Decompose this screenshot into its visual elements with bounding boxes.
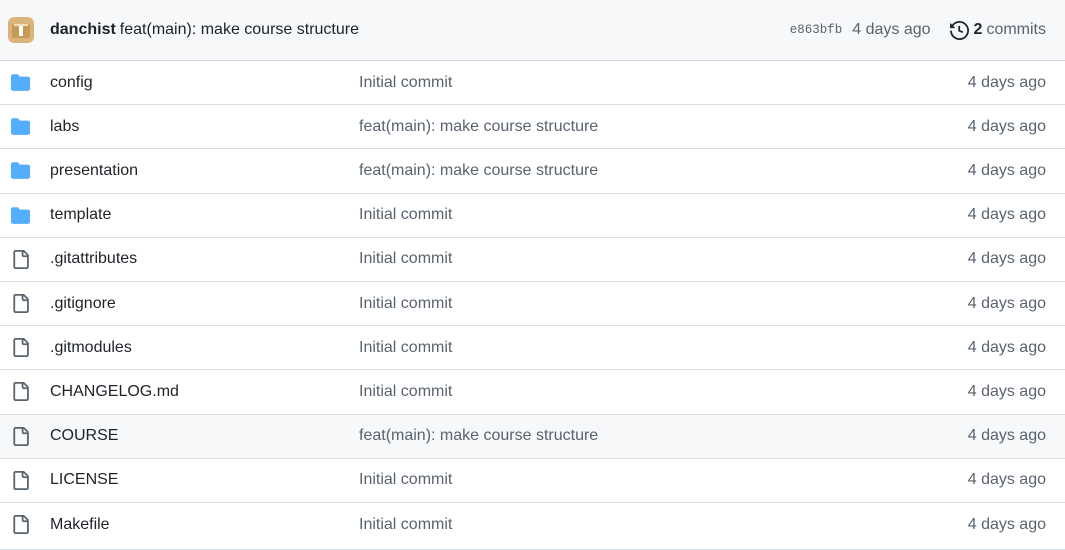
file-icon [0, 382, 50, 402]
commits-label: commits [986, 21, 1046, 38]
file-row[interactable]: .gitmodules Initial commit 4 days ago [0, 326, 1065, 371]
file-commit-message-link[interactable]: Initial commit [359, 471, 452, 488]
file-commit-time: 4 days ago [967, 515, 1046, 533]
file-commit-message-link[interactable]: Initial commit [359, 74, 452, 91]
history-icon [949, 20, 969, 40]
file-name-cell: .gitattributes [50, 250, 359, 268]
file-name-cell: Makefile [50, 516, 359, 534]
commit-message-cell: Initial commit [359, 206, 865, 224]
file-commit-message-link[interactable]: Initial commit [359, 250, 452, 267]
file-row[interactable]: LICENSE Initial commit 4 days ago [0, 459, 1065, 503]
repo-file-browser: danchist feat(main): make course structu… [0, 0, 1065, 550]
file-icon [0, 294, 50, 314]
commit-message-cell: feat(main): make course structure [359, 427, 865, 445]
file-name-link[interactable]: .gitignore [50, 295, 116, 312]
file-row[interactable]: .gitignore Initial commit 4 days ago [0, 282, 1065, 327]
file-row[interactable]: template Initial commit 4 days ago [0, 194, 1065, 238]
file-icon [0, 249, 50, 269]
commit-sha[interactable]: e863bfb [790, 23, 843, 37]
file-commit-time: 4 days ago [967, 117, 1046, 135]
commit-message-cell: Initial commit [359, 250, 865, 268]
commit-message-cell: feat(main): make course structure [359, 118, 865, 136]
file-name-link[interactable]: config [50, 74, 93, 91]
file-name-link[interactable]: LICENSE [50, 471, 118, 488]
file-name-cell: .gitmodules [50, 339, 359, 357]
commit-message-cell: Initial commit [359, 295, 865, 313]
file-name-link[interactable]: CHANGELOG.md [50, 383, 179, 400]
commits-history-link[interactable]: 2 commits [949, 20, 1046, 40]
file-commit-message-link[interactable]: Initial commit [359, 383, 452, 400]
file-name-link[interactable]: Makefile [50, 516, 110, 533]
file-commit-time: 4 days ago [967, 338, 1046, 356]
file-name-link[interactable]: presentation [50, 162, 138, 179]
file-commit-time: 4 days ago [967, 427, 1046, 445]
file-name-cell: COURSE [50, 427, 359, 445]
file-row[interactable]: presentation feat(main): make course stru… [0, 149, 1065, 194]
file-row[interactable]: config Initial commit 4 days ago [0, 61, 1065, 106]
avatar[interactable] [8, 17, 34, 43]
file-commit-time: 4 days ago [967, 73, 1046, 91]
file-row[interactable]: COURSE feat(main): make course structure 4… [0, 414, 1065, 459]
file-commit-message-link[interactable]: feat(main): make course structure [359, 427, 598, 444]
file-row[interactable]: labs feat(main): make course structure 4 d… [0, 105, 1065, 150]
file-row[interactable]: .gitattributes Initial commit 4 days ago [0, 238, 1065, 282]
file-name-link[interactable]: .gitmodules [50, 339, 132, 356]
commit-author[interactable]: danchist [50, 21, 116, 39]
file-name-cell: config [50, 74, 359, 92]
file-commit-message-link[interactable]: Initial commit [359, 339, 452, 356]
file-name-cell: presentation [50, 162, 359, 180]
commit-message[interactable]: feat(main): make course structure [120, 21, 359, 39]
latest-commit-bar: danchist feat(main): make course structu… [0, 0, 1065, 61]
file-commit-time: 4 days ago [967, 382, 1046, 400]
commit-time: 4 days ago [852, 21, 931, 38]
file-icon [0, 338, 50, 358]
folder-icon [0, 73, 50, 92]
folder-icon [0, 161, 50, 180]
file-commit-time: 4 days ago [967, 471, 1046, 489]
file-name-cell: CHANGELOG.md [50, 383, 359, 401]
file-icon [0, 426, 50, 446]
file-name-link[interactable]: .gitattributes [50, 250, 137, 267]
file-commit-message-link[interactable]: feat(main): make course structure [359, 118, 598, 135]
file-list: config Initial commit 4 days ago labs feat(m… [0, 61, 1065, 547]
file-commit-message-link[interactable]: feat(main): make course structure [359, 162, 598, 179]
commit-message-cell: Initial commit [359, 516, 865, 534]
file-name-cell: template [50, 206, 359, 224]
file-name-link[interactable]: COURSE [50, 427, 118, 444]
file-name-cell: LICENSE [50, 471, 359, 489]
folder-icon [0, 117, 50, 136]
file-icon [0, 470, 50, 490]
commit-message-cell: Initial commit [359, 383, 865, 401]
folder-icon [0, 206, 50, 225]
commit-message-cell: feat(main): make course structure [359, 162, 865, 180]
commit-message-cell: Initial commit [359, 471, 865, 489]
file-row[interactable]: Makefile Initial commit 4 days ago [0, 503, 1065, 547]
file-row[interactable]: CHANGELOG.md Initial commit 4 days ago [0, 370, 1065, 415]
file-commit-message-link[interactable]: Initial commit [359, 206, 452, 223]
file-commit-message-link[interactable]: Initial commit [359, 295, 452, 312]
commit-message-cell: Initial commit [359, 74, 865, 92]
file-icon [0, 515, 50, 535]
file-commit-time: 4 days ago [967, 294, 1046, 312]
file-commit-time: 4 days ago [967, 206, 1046, 224]
commit-message-cell: Initial commit [359, 339, 865, 357]
file-name-link[interactable]: labs [50, 118, 79, 135]
file-name-link[interactable]: template [50, 206, 111, 223]
file-commit-message-link[interactable]: Initial commit [359, 516, 452, 533]
file-name-cell: .gitignore [50, 295, 359, 313]
file-commit-time: 4 days ago [967, 250, 1046, 268]
file-name-cell: labs [50, 118, 359, 136]
file-commit-time: 4 days ago [967, 161, 1046, 179]
commit-count: 2 [973, 21, 983, 38]
